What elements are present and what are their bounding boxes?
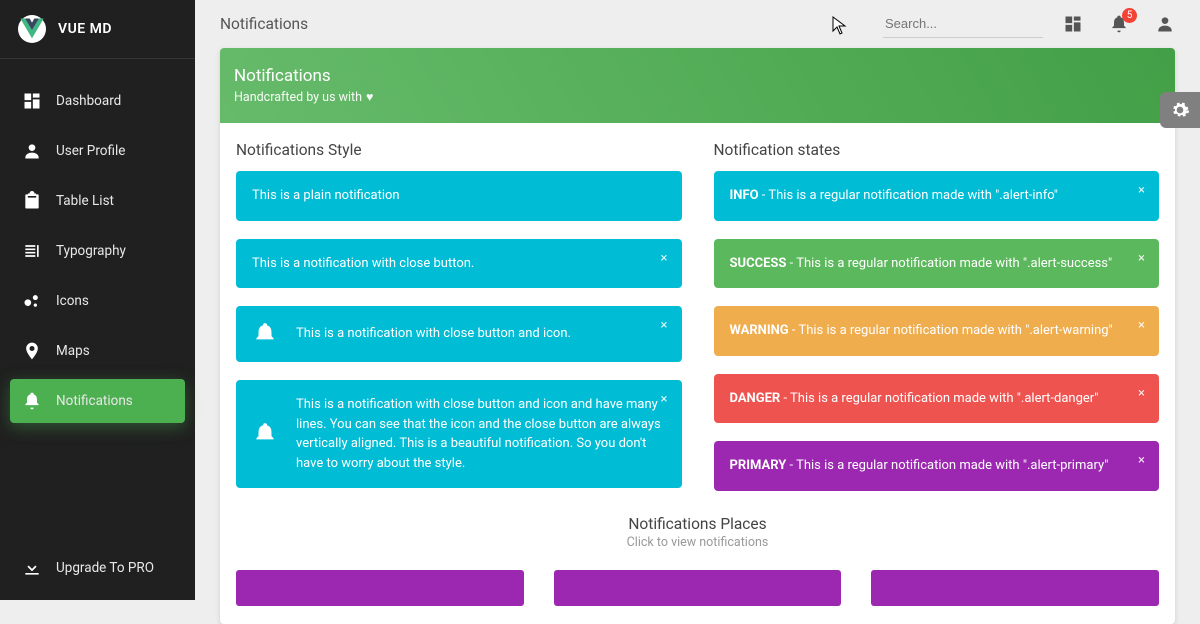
download-icon (22, 558, 42, 578)
sidebar-item-label: Table List (56, 193, 114, 209)
alert-state-primary: PRIMARY - This is a regular notification… (714, 441, 1160, 491)
sidebar-item-label: Icons (56, 293, 89, 309)
sidebar-item-label: Typography (56, 243, 126, 259)
alert-text: This is a notification with close button… (296, 324, 666, 344)
bubble-chart-icon (22, 291, 42, 311)
topbar: Notifications 5 (195, 0, 1200, 48)
alert-text: INFO - This is a regular notification ma… (730, 186, 1144, 206)
places-title: Notifications Places (236, 515, 1159, 533)
style-column: Notifications Style This is a plain noti… (236, 141, 682, 509)
main: Notifications 5 Notifications Handcrafte… (195, 0, 1200, 600)
alert-text: DANGER - This is a regular notification … (730, 389, 1144, 409)
heart-icon: ♥ (366, 90, 373, 105)
search-input[interactable] (883, 10, 1043, 38)
sidebar-item-maps[interactable]: Maps (10, 329, 185, 373)
alert-closeable: This is a notification with close button… (236, 239, 682, 289)
bell-icon (22, 391, 42, 411)
close-icon[interactable]: × (661, 318, 668, 333)
dashboard-icon (22, 91, 42, 111)
card-subtitle: Handcrafted by us with ♥ (234, 90, 1161, 105)
alert-multiline: This is a notification with close button… (236, 380, 682, 488)
close-icon[interactable]: × (1138, 183, 1145, 198)
add-alert-icon (252, 421, 278, 447)
sidebar-item-typography[interactable]: Typography (10, 229, 185, 273)
alert-state-warning: WARNING - This is a regular notification… (714, 306, 1160, 356)
sidebar-item-label: Notifications (56, 393, 133, 409)
alert-state-info: INFO - This is a regular notification ma… (714, 171, 1160, 221)
alert-text: PRIMARY - This is a regular notification… (730, 456, 1144, 476)
close-icon[interactable]: × (1138, 453, 1145, 468)
sidebar-item-label: Maps (56, 343, 90, 359)
sidebar-nav: Dashboard User Profile Table List Typogr… (0, 59, 195, 536)
close-icon[interactable]: × (661, 392, 668, 407)
sidebar: VUE MD Dashboard User Profile Table List… (0, 0, 195, 600)
brand-logo-icon (18, 15, 46, 43)
location-icon (22, 341, 42, 361)
alert-text: This is a plain notification (252, 186, 666, 206)
place-button-3[interactable] (871, 570, 1159, 606)
brand-text: VUE MD (58, 21, 112, 37)
card-header: Notifications Handcrafted by us with ♥ (220, 48, 1175, 123)
sidebar-item-upgrade[interactable]: Upgrade To PRO (10, 546, 185, 590)
apps-icon[interactable] (1063, 14, 1083, 34)
sidebar-item-dashboard[interactable]: Dashboard (10, 79, 185, 123)
close-icon[interactable]: × (1138, 251, 1145, 266)
sidebar-item-label: Upgrade To PRO (56, 560, 154, 576)
gear-icon (1170, 100, 1190, 120)
place-button-2[interactable] (554, 570, 842, 606)
page-title: Notifications (220, 15, 308, 33)
sidebar-bottom: Upgrade To PRO (0, 536, 195, 600)
alert-text: WARNING - This is a regular notification… (730, 321, 1144, 341)
alert-text: SUCCESS - This is a regular notification… (730, 254, 1144, 274)
alert-text: This is a notification with close button… (296, 395, 666, 473)
alert-state-success: SUCCESS - This is a regular notification… (714, 239, 1160, 289)
sidebar-item-user-profile[interactable]: User Profile (10, 129, 185, 173)
sidebar-item-table-list[interactable]: Table List (10, 179, 185, 223)
places-subtitle: Click to view notifications (236, 535, 1159, 550)
card-title: Notifications (234, 66, 1161, 86)
close-icon[interactable]: × (1138, 318, 1145, 333)
sidebar-item-label: User Profile (56, 143, 125, 159)
place-button-1[interactable] (236, 570, 524, 606)
alert-plain: This is a plain notification (236, 171, 682, 221)
sidebar-item-notifications[interactable]: Notifications (10, 379, 185, 423)
clipboard-icon (22, 191, 42, 211)
brand[interactable]: VUE MD (0, 0, 195, 59)
places-section: Notifications Places Click to view notif… (236, 515, 1159, 606)
close-icon[interactable]: × (1138, 386, 1145, 401)
sidebar-item-label: Dashboard (56, 93, 121, 109)
alert-state-danger: DANGER - This is a regular notification … (714, 374, 1160, 424)
card: Notifications Handcrafted by us with ♥ N… (220, 48, 1175, 624)
badge-count: 5 (1122, 8, 1137, 23)
notifications-icon[interactable]: 5 (1109, 14, 1129, 34)
states-column: Notification states INFO - This is a reg… (714, 141, 1160, 509)
library-icon (22, 241, 42, 261)
style-title: Notifications Style (236, 141, 682, 159)
account-icon[interactable] (1155, 14, 1175, 34)
sidebar-item-icons[interactable]: Icons (10, 279, 185, 323)
add-alert-icon (252, 321, 278, 347)
alert-icon-close: This is a notification with close button… (236, 306, 682, 362)
states-title: Notification states (714, 141, 1160, 159)
close-icon[interactable]: × (661, 251, 668, 266)
person-icon (22, 141, 42, 161)
alert-text: This is a notification with close button… (252, 254, 666, 274)
settings-fab[interactable] (1160, 92, 1200, 128)
